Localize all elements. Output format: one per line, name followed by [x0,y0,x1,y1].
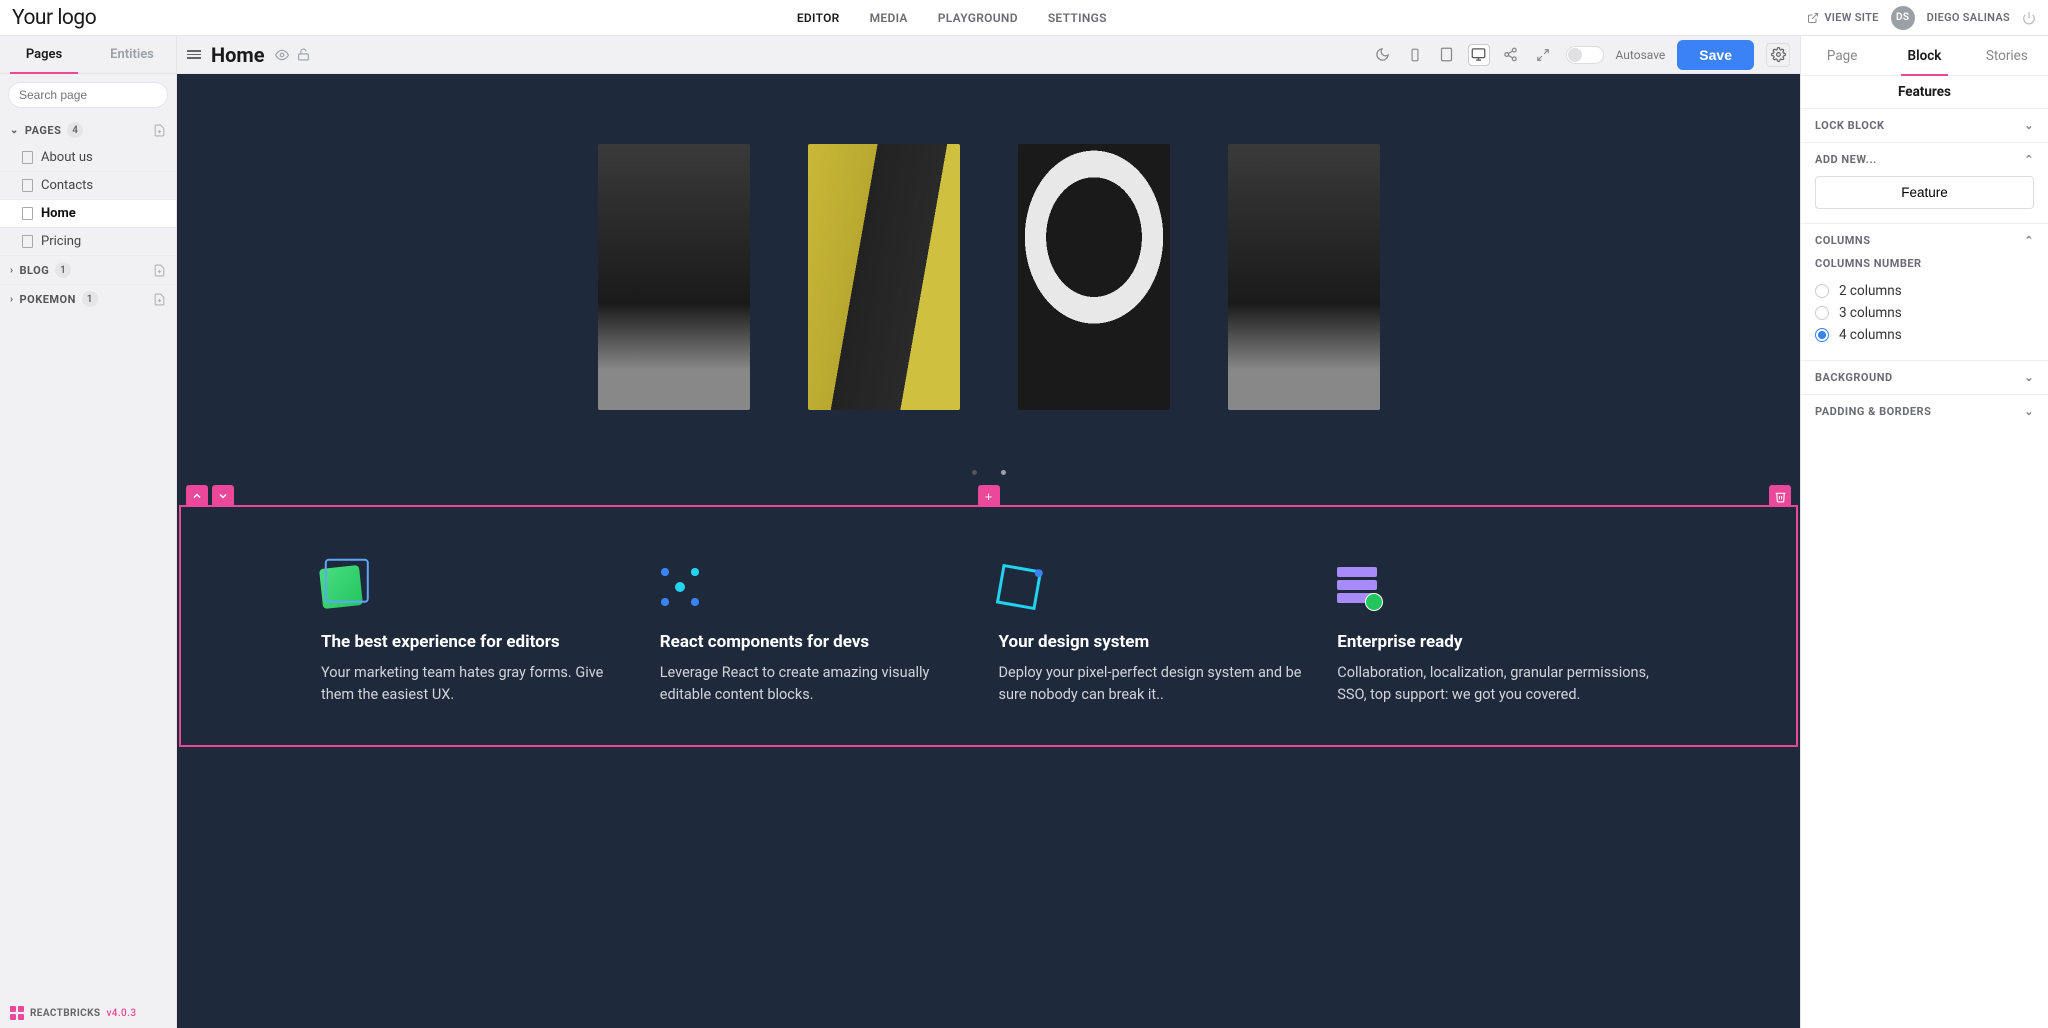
chevron-down-icon: ⌄ [2024,371,2034,384]
feature-item[interactable]: Your design system Deploy your pixel-per… [999,567,1318,705]
fullscreen-icon[interactable] [1532,44,1554,66]
radio-2-columns[interactable]: 2 columns [1815,280,2034,302]
feature-icon [1337,567,1377,607]
tree-section-pages[interactable]: ⌄ PAGES 4 [0,116,176,144]
features-block[interactable]: + The best experience for editors Your m… [179,505,1798,747]
feature-title[interactable]: React components for devs [660,631,979,654]
section-add-new[interactable]: ADD NEW... ⌃ [1801,143,2048,176]
chevron-right-icon: › [10,294,14,305]
add-page-icon[interactable] [153,292,166,307]
tab-block[interactable]: Block [1883,36,1965,75]
tree-pages-label: PAGES [25,124,61,137]
move-up-button[interactable] [186,485,208,507]
nav-settings[interactable]: SETTINGS [1048,11,1107,25]
blog-count: 1 [55,262,71,278]
page-item-about[interactable]: About us [0,144,176,172]
share-icon[interactable] [1500,44,1522,66]
feature-desc[interactable]: Your marketing team hates gray forms. Gi… [321,662,640,706]
tab-page[interactable]: Page [1801,36,1883,75]
save-button[interactable]: Save [1677,40,1754,70]
gallery-block[interactable] [177,74,1800,430]
feature-item[interactable]: Enterprise ready Collaboration, localiza… [1337,567,1656,705]
feature-desc[interactable]: Deploy your pixel-perfect design system … [999,662,1318,706]
section-columns[interactable]: COLUMNS ⌃ [1801,224,2048,257]
view-site-label: VIEW SITE [1824,11,1878,24]
section-lock-block[interactable]: LOCK BLOCK ⌄ [1801,109,2048,142]
nav-playground[interactable]: PLAYGROUND [938,11,1018,25]
page-icon [22,207,33,220]
add-page-icon[interactable] [153,123,166,138]
chevron-right-icon: › [10,265,14,276]
feature-icon [660,567,700,607]
desktop-icon[interactable] [1468,44,1490,66]
add-block-button[interactable]: + [978,485,1000,507]
tree-blog-label: BLOG [20,264,50,277]
feature-title[interactable]: The best experience for editors [321,631,640,654]
autosave-label: Autosave [1616,48,1666,62]
section-background[interactable]: BACKGROUND ⌄ [1801,361,2048,394]
tree-pokemon-label: POKEMON [20,293,76,306]
gallery-image[interactable] [1228,144,1380,410]
page-icon [22,179,33,192]
settings-icon[interactable] [1766,43,1790,67]
delete-block-button[interactable] [1769,485,1791,507]
view-site-button[interactable]: VIEW SITE [1807,11,1878,24]
tab-stories[interactable]: Stories [1966,36,2048,75]
page-icon [22,151,33,164]
columns-number-label: COLUMNS NUMBER [1815,257,2034,270]
add-page-icon[interactable] [153,263,166,278]
chevron-up-icon: ⌃ [2024,153,2034,166]
avatar[interactable]: DS [1891,6,1915,30]
tree-section-blog[interactable]: › BLOG 1 [0,256,176,284]
search-input[interactable] [19,88,174,102]
mobile-icon[interactable] [1404,44,1426,66]
page-item-pricing[interactable]: Pricing [0,228,176,256]
feature-item[interactable]: React components for devs Leverage React… [660,567,979,705]
brand-footer: REACTBRICKS v4.0.3 [10,1006,136,1020]
nav-media[interactable]: MEDIA [870,11,908,25]
feature-icon [319,565,363,609]
tab-pages[interactable]: Pages [0,36,88,73]
chevron-down-icon: ⌄ [2024,405,2034,418]
page-icon [22,235,33,248]
block-name: Features [1801,76,2048,108]
feature-title[interactable]: Your design system [999,631,1318,654]
gallery-image[interactable] [808,144,960,410]
feature-title[interactable]: Enterprise ready [1337,631,1656,654]
logo: Your logo [12,6,96,30]
lock-icon[interactable] [297,48,310,61]
chevron-down-icon: ⌄ [2024,119,2034,132]
tablet-icon[interactable] [1436,44,1458,66]
feature-item[interactable]: The best experience for editors Your mar… [321,567,640,705]
pages-count: 4 [67,122,83,138]
add-feature-button[interactable]: Feature [1815,176,2034,209]
chevron-down-icon: ⌄ [10,125,19,136]
page-item-home[interactable]: Home [0,200,176,228]
gallery-image[interactable] [598,144,750,410]
tree-section-pokemon[interactable]: › POKEMON 1 [0,284,176,313]
power-icon[interactable] [2022,11,2036,25]
eye-icon[interactable] [275,48,289,62]
feature-desc[interactable]: Leverage React to create amazing visuall… [660,662,979,706]
page-title: Home [211,43,265,67]
external-link-icon [1807,12,1819,24]
feature-icon [995,564,1041,610]
username: DIEGO SALINAS [1927,11,2010,24]
reactbricks-icon [10,1006,24,1020]
section-padding-borders[interactable]: PADDING & BORDERS ⌄ [1801,395,2048,428]
radio-4-columns[interactable]: 4 columns [1815,324,2034,346]
autosave-toggle[interactable] [1566,46,1604,64]
feature-desc[interactable]: Collaboration, localization, granular pe… [1337,662,1656,706]
chevron-up-icon: ⌃ [2024,234,2034,247]
gallery-image[interactable] [1018,144,1170,410]
pokemon-count: 1 [82,291,98,307]
tab-entities[interactable]: Entities [88,36,176,73]
search-input-wrap[interactable] [8,82,168,108]
menu-icon[interactable] [187,50,201,59]
page-item-contacts[interactable]: Contacts [0,172,176,200]
radio-3-columns[interactable]: 3 columns [1815,302,2034,324]
dark-mode-icon[interactable] [1372,44,1394,66]
move-down-button[interactable] [212,485,234,507]
nav-editor[interactable]: EDITOR [797,11,840,25]
